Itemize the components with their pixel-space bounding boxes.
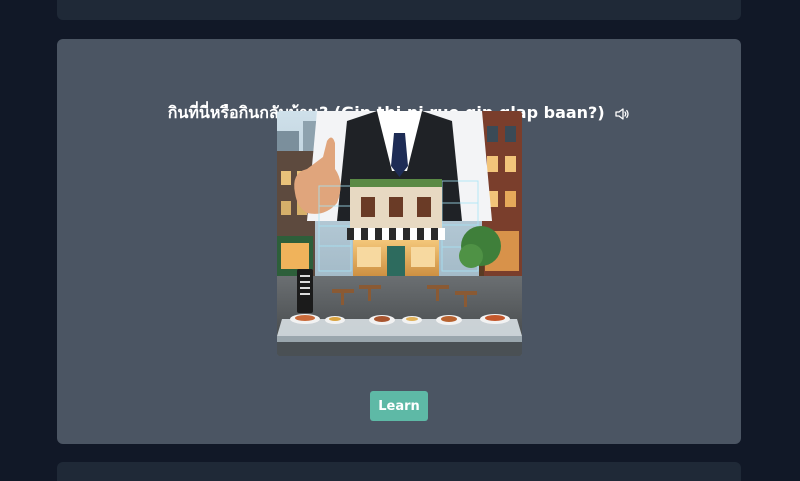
learn-button[interactable]: Learn (370, 391, 428, 421)
page: กินที่นี่หรือกินกลับบ้าน? (Gin thi ni ru… (0, 0, 800, 481)
lesson-card: กินที่นี่หรือกินกลับบ้าน? (Gin thi ni ru… (57, 39, 741, 444)
next-card (57, 462, 741, 481)
previous-card (57, 0, 741, 20)
speaker-icon[interactable] (614, 106, 630, 122)
restaurant-illustration (277, 111, 522, 356)
